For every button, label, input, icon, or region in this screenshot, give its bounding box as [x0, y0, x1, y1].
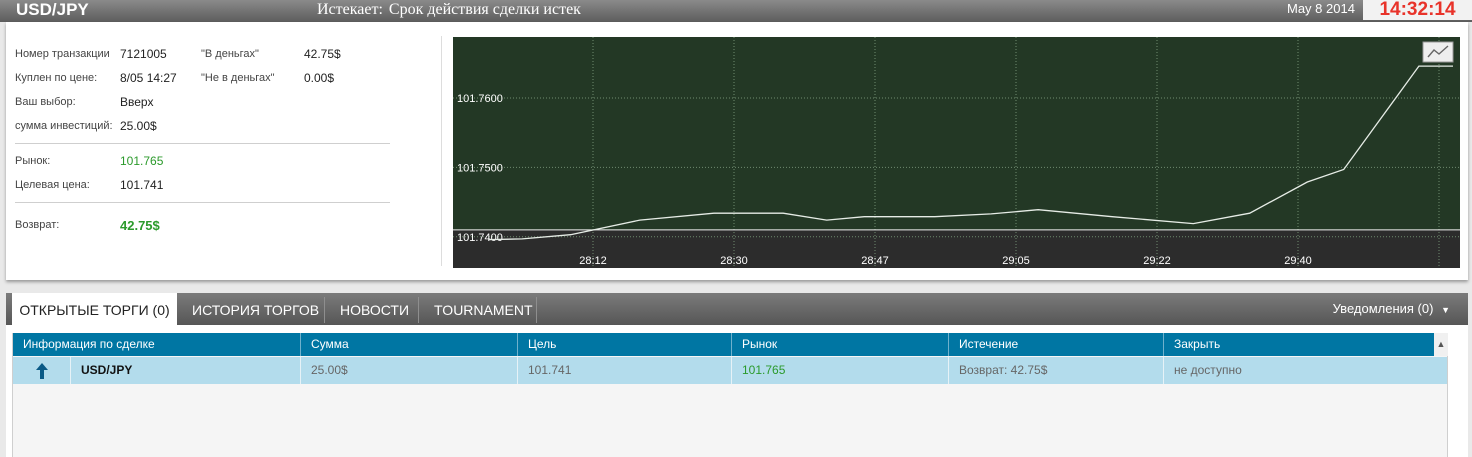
- pair-cell: USD/JPY: [71, 357, 301, 384]
- market-value: 101.765: [120, 154, 164, 168]
- tab-open-trades[interactable]: ОТКРЫТЫЕ ТОРГИ (0): [12, 293, 177, 325]
- in-money-value: 42.75$: [304, 47, 341, 61]
- bought-value: 8/05 14:27: [120, 71, 177, 85]
- notifications-dropdown[interactable]: Уведомления (0) ▼: [1333, 293, 1450, 326]
- expiry-text: Срок действия сделки истек: [388, 1, 581, 18]
- arrow-up-icon: [35, 362, 48, 379]
- x-tick-label: 28:12: [579, 255, 607, 267]
- x-tick-label: 29:05: [1002, 255, 1030, 267]
- clock-display: 14:32:14: [1363, 0, 1472, 20]
- tab-trade-history[interactable]: ИСТОРИЯ ТОРГОВ: [192, 293, 319, 325]
- out-money-value: 0.00$: [304, 71, 335, 85]
- expiry-status: Истекает: Срок действия сделки истек: [317, 0, 581, 20]
- return-value: 42.75$: [120, 218, 160, 233]
- column-header: Рынок: [732, 333, 949, 356]
- asset-pair-title: USD/JPY: [16, 0, 89, 19]
- trade-info: Номер транзакции 7121005 "В деньгах" 42.…: [6, 22, 436, 280]
- column-header: Цель: [518, 333, 732, 356]
- chart-type-button[interactable]: [1422, 41, 1454, 63]
- table-header: Информация по сделке Сумма Цель Рынок Ис…: [13, 333, 1448, 356]
- transaction-value: 7121005: [120, 47, 167, 61]
- target-cell: 101.741: [518, 357, 732, 384]
- expiry-label: Истекает:: [317, 1, 383, 18]
- amount-cell: 25.00$: [301, 357, 518, 384]
- trades-panel: Информация по сделке Сумма Цель Рынок Ис…: [6, 325, 1468, 457]
- scroll-up-icon[interactable]: ▲: [1434, 333, 1448, 356]
- column-header: Информация по сделке: [13, 333, 301, 356]
- investment-label: сумма инвестиций:: [15, 120, 113, 132]
- out-money-label: "Не в деньгах": [201, 72, 275, 84]
- column-header: Сумма: [301, 333, 518, 356]
- caret-down-icon: ▼: [1441, 305, 1450, 315]
- x-tick-label: 29:40: [1284, 255, 1312, 267]
- tab-separator: [418, 297, 419, 323]
- price-chart: 101.7600 101.7500 101.7400 28:12 28:30 28:47…: [453, 37, 1460, 268]
- column-header: Закрыть: [1174, 337, 1221, 351]
- chart-type-toggle[interactable]: [1422, 41, 1454, 63]
- investment-value: 25.00$: [120, 119, 157, 133]
- trades-table: Информация по сделке Сумма Цель Рынок Ис…: [12, 333, 1448, 457]
- target-label: Целевая цена:: [15, 179, 90, 191]
- tab-separator: [536, 297, 537, 323]
- top-bar: USD/JPY Истекает: Срок действия сделки ис…: [0, 0, 1472, 22]
- x-tick-label: 29:22: [1143, 255, 1171, 267]
- close-cell: не доступно: [1174, 363, 1242, 377]
- info-divider: [15, 143, 390, 144]
- y-tick-label: 101.7400: [457, 232, 503, 244]
- x-tick-label: 28:47: [861, 255, 889, 267]
- market-label: Рынок:: [15, 155, 51, 167]
- tabs-bar: ОТКРЫТЫЕ ТОРГИ (0) ИСТОРИЯ ТОРГОВ НОВОСТ…: [6, 293, 1468, 325]
- bought-label: Куплен по цене:: [15, 72, 98, 84]
- x-tick-label: 28:30: [720, 255, 748, 267]
- notifications-label: Уведомления (0): [1332, 301, 1434, 316]
- current-date: May 8 2014: [1287, 1, 1355, 16]
- tab-tournament[interactable]: TOURNAMENT: [434, 293, 533, 325]
- expiry-cell: Возврат: 42.75$: [949, 357, 1164, 384]
- choice-label: Ваш выбор:: [15, 96, 76, 108]
- return-label: Возврат:: [15, 219, 60, 231]
- y-tick-label: 101.7600: [457, 93, 503, 105]
- y-tick-label: 101.7500: [457, 162, 503, 174]
- transaction-label: Номер транзакции: [15, 48, 110, 60]
- tab-news[interactable]: НОВОСТИ: [340, 293, 409, 325]
- tab-separator: [324, 297, 325, 323]
- market-cell: 101.765: [732, 357, 949, 384]
- info-divider: [15, 202, 390, 203]
- choice-value: Вверх: [120, 95, 154, 109]
- column-header: Истечение: [949, 333, 1164, 356]
- table-row[interactable]: USD/JPY 25.00$ 101.741 101.765 Возврат: …: [13, 357, 1447, 384]
- direction-cell: [13, 357, 71, 384]
- in-money-label: "В деньгах": [201, 48, 259, 60]
- target-value: 101.741: [120, 178, 164, 192]
- panel-divider: [441, 36, 442, 266]
